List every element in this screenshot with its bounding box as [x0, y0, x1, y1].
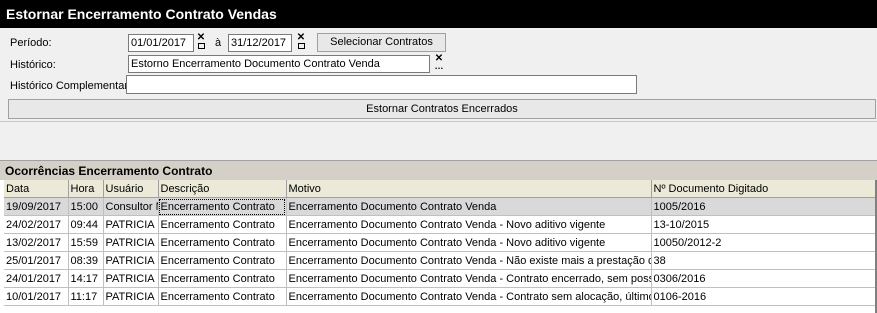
table-row[interactable]: 24/02/2017 09:44 PATRICIA Encerramento C…	[4, 215, 876, 234]
col-header-descricao[interactable]: Descrição	[158, 180, 287, 198]
cell-num-documento[interactable]: 0306/2016	[651, 269, 876, 288]
cell-descricao[interactable]: Encerramento Contrato	[158, 287, 287, 306]
cell-hora[interactable]: 08:39	[68, 251, 104, 270]
cell-descricao[interactable]: Encerramento Contrato	[158, 269, 287, 288]
cell-usuario[interactable]: PATRICIA	[103, 269, 159, 288]
filter-form: Período: 01/01/2017 ✕ à 31/12/2017 ✕ Sel…	[0, 28, 877, 160]
cell-num-documento[interactable]: 0106-2016	[651, 287, 876, 306]
clear-icon[interactable]: ✕	[294, 33, 308, 43]
col-header-usuario[interactable]: Usuário	[103, 180, 159, 198]
more-icon[interactable]: …	[432, 62, 446, 71]
cell-descricao[interactable]: Encerramento Contrato	[158, 251, 287, 270]
col-header-motivo[interactable]: Motivo	[286, 180, 652, 198]
select-contracts-button[interactable]: Selecionar Contratos	[317, 33, 446, 52]
historico-comp-field[interactable]	[126, 75, 637, 94]
table-row[interactable]: 19/09/2017 15:00 Consultor N Encerrament…	[4, 197, 876, 216]
cell-motivo[interactable]: Encerramento Documento Contrato Venda	[286, 197, 652, 216]
col-header-hora[interactable]: Hora	[68, 180, 104, 198]
table-row[interactable]: 13/02/2017 15:59 PATRICIA Encerramento C…	[4, 233, 876, 252]
cell-motivo[interactable]: Encerramento Documento Contrato Venda - …	[286, 233, 652, 252]
cell-num-documento[interactable]: 13-10/2015	[651, 215, 876, 234]
historico-label: Histórico:	[10, 59, 56, 71]
historico-field[interactable]: Estorno Encerramento Documento Contrato …	[128, 55, 430, 73]
historico-comp-label: Histórico Complementar:	[10, 80, 132, 92]
col-header-data[interactable]: Data	[4, 180, 69, 198]
cell-motivo[interactable]: Encerramento Documento Contrato Venda - …	[286, 269, 652, 288]
occurrences-grid: Data Hora Usuário Descrição Motivo Nº Do…	[4, 180, 876, 306]
cell-data[interactable]: 24/02/2017	[4, 215, 69, 234]
grid-title: Ocorrências Encerramento Contrato	[0, 160, 877, 180]
date-start-field[interactable]: 01/01/2017	[128, 34, 194, 52]
cell-descricao[interactable]: Encerramento Contrato	[158, 215, 287, 234]
cell-hora[interactable]: 14:17	[68, 269, 104, 288]
periodo-label: Período:	[10, 37, 52, 49]
cell-usuario[interactable]: Consultor N	[103, 197, 159, 216]
date-end-clear-calendar-button[interactable]: ✕	[294, 33, 308, 52]
cell-descricao[interactable]: Encerramento Contrato	[158, 197, 287, 216]
date-separator: à	[215, 37, 222, 49]
window-title: Estornar Encerramento Contrato Vendas	[0, 0, 877, 28]
cell-hora[interactable]: 11:17	[68, 287, 104, 306]
cell-num-documento[interactable]: 10050/2012-2	[651, 233, 876, 252]
cell-num-documento[interactable]: 1005/2016	[651, 197, 876, 216]
cell-usuario[interactable]: PATRICIA	[103, 215, 159, 234]
cell-descricao[interactable]: Encerramento Contrato	[158, 233, 287, 252]
cell-data[interactable]: 13/02/2017	[4, 233, 69, 252]
table-row[interactable]: 24/01/2017 14:17 PATRICIA Encerramento C…	[4, 269, 876, 288]
clear-icon[interactable]: ✕	[194, 33, 208, 43]
cell-hora[interactable]: 15:00	[68, 197, 104, 216]
historico-lookup-button[interactable]: ✕ …	[432, 54, 446, 73]
col-header-num-documento[interactable]: Nº Documento Digitado	[651, 180, 876, 198]
cell-motivo[interactable]: Encerramento Documento Contrato Venda - …	[286, 287, 652, 306]
cell-motivo[interactable]: Encerramento Documento Contrato Venda - …	[286, 215, 652, 234]
cell-data[interactable]: 19/09/2017	[4, 197, 69, 216]
occurrences-panel: Ocorrências Encerramento Contrato Data H…	[0, 160, 877, 313]
divider	[0, 121, 877, 122]
date-end-field[interactable]: 31/12/2017	[228, 34, 292, 52]
cell-data[interactable]: 25/01/2017	[4, 251, 69, 270]
cell-usuario[interactable]: PATRICIA	[103, 233, 159, 252]
cell-hora[interactable]: 15:59	[68, 233, 104, 252]
cell-hora[interactable]: 09:44	[68, 215, 104, 234]
estornar-button[interactable]: Estornar Contratos Encerrados	[8, 99, 876, 119]
cell-data[interactable]: 10/01/2017	[4, 287, 69, 306]
date-start-clear-calendar-button[interactable]: ✕	[194, 33, 208, 52]
cell-data[interactable]: 24/01/2017	[4, 269, 69, 288]
table-row[interactable]: 10/01/2017 11:17 PATRICIA Encerramento C…	[4, 287, 876, 306]
cell-num-documento[interactable]: 38	[651, 251, 876, 270]
cell-usuario[interactable]: PATRICIA	[103, 251, 159, 270]
grid-header-row: Data Hora Usuário Descrição Motivo Nº Do…	[4, 180, 876, 198]
cell-motivo[interactable]: Encerramento Documento Contrato Venda - …	[286, 251, 652, 270]
table-row[interactable]: 25/01/2017 08:39 PATRICIA Encerramento C…	[4, 251, 876, 270]
cell-usuario[interactable]: PATRICIA	[103, 287, 159, 306]
calendar-icon[interactable]	[297, 43, 305, 49]
calendar-icon[interactable]	[197, 43, 205, 49]
